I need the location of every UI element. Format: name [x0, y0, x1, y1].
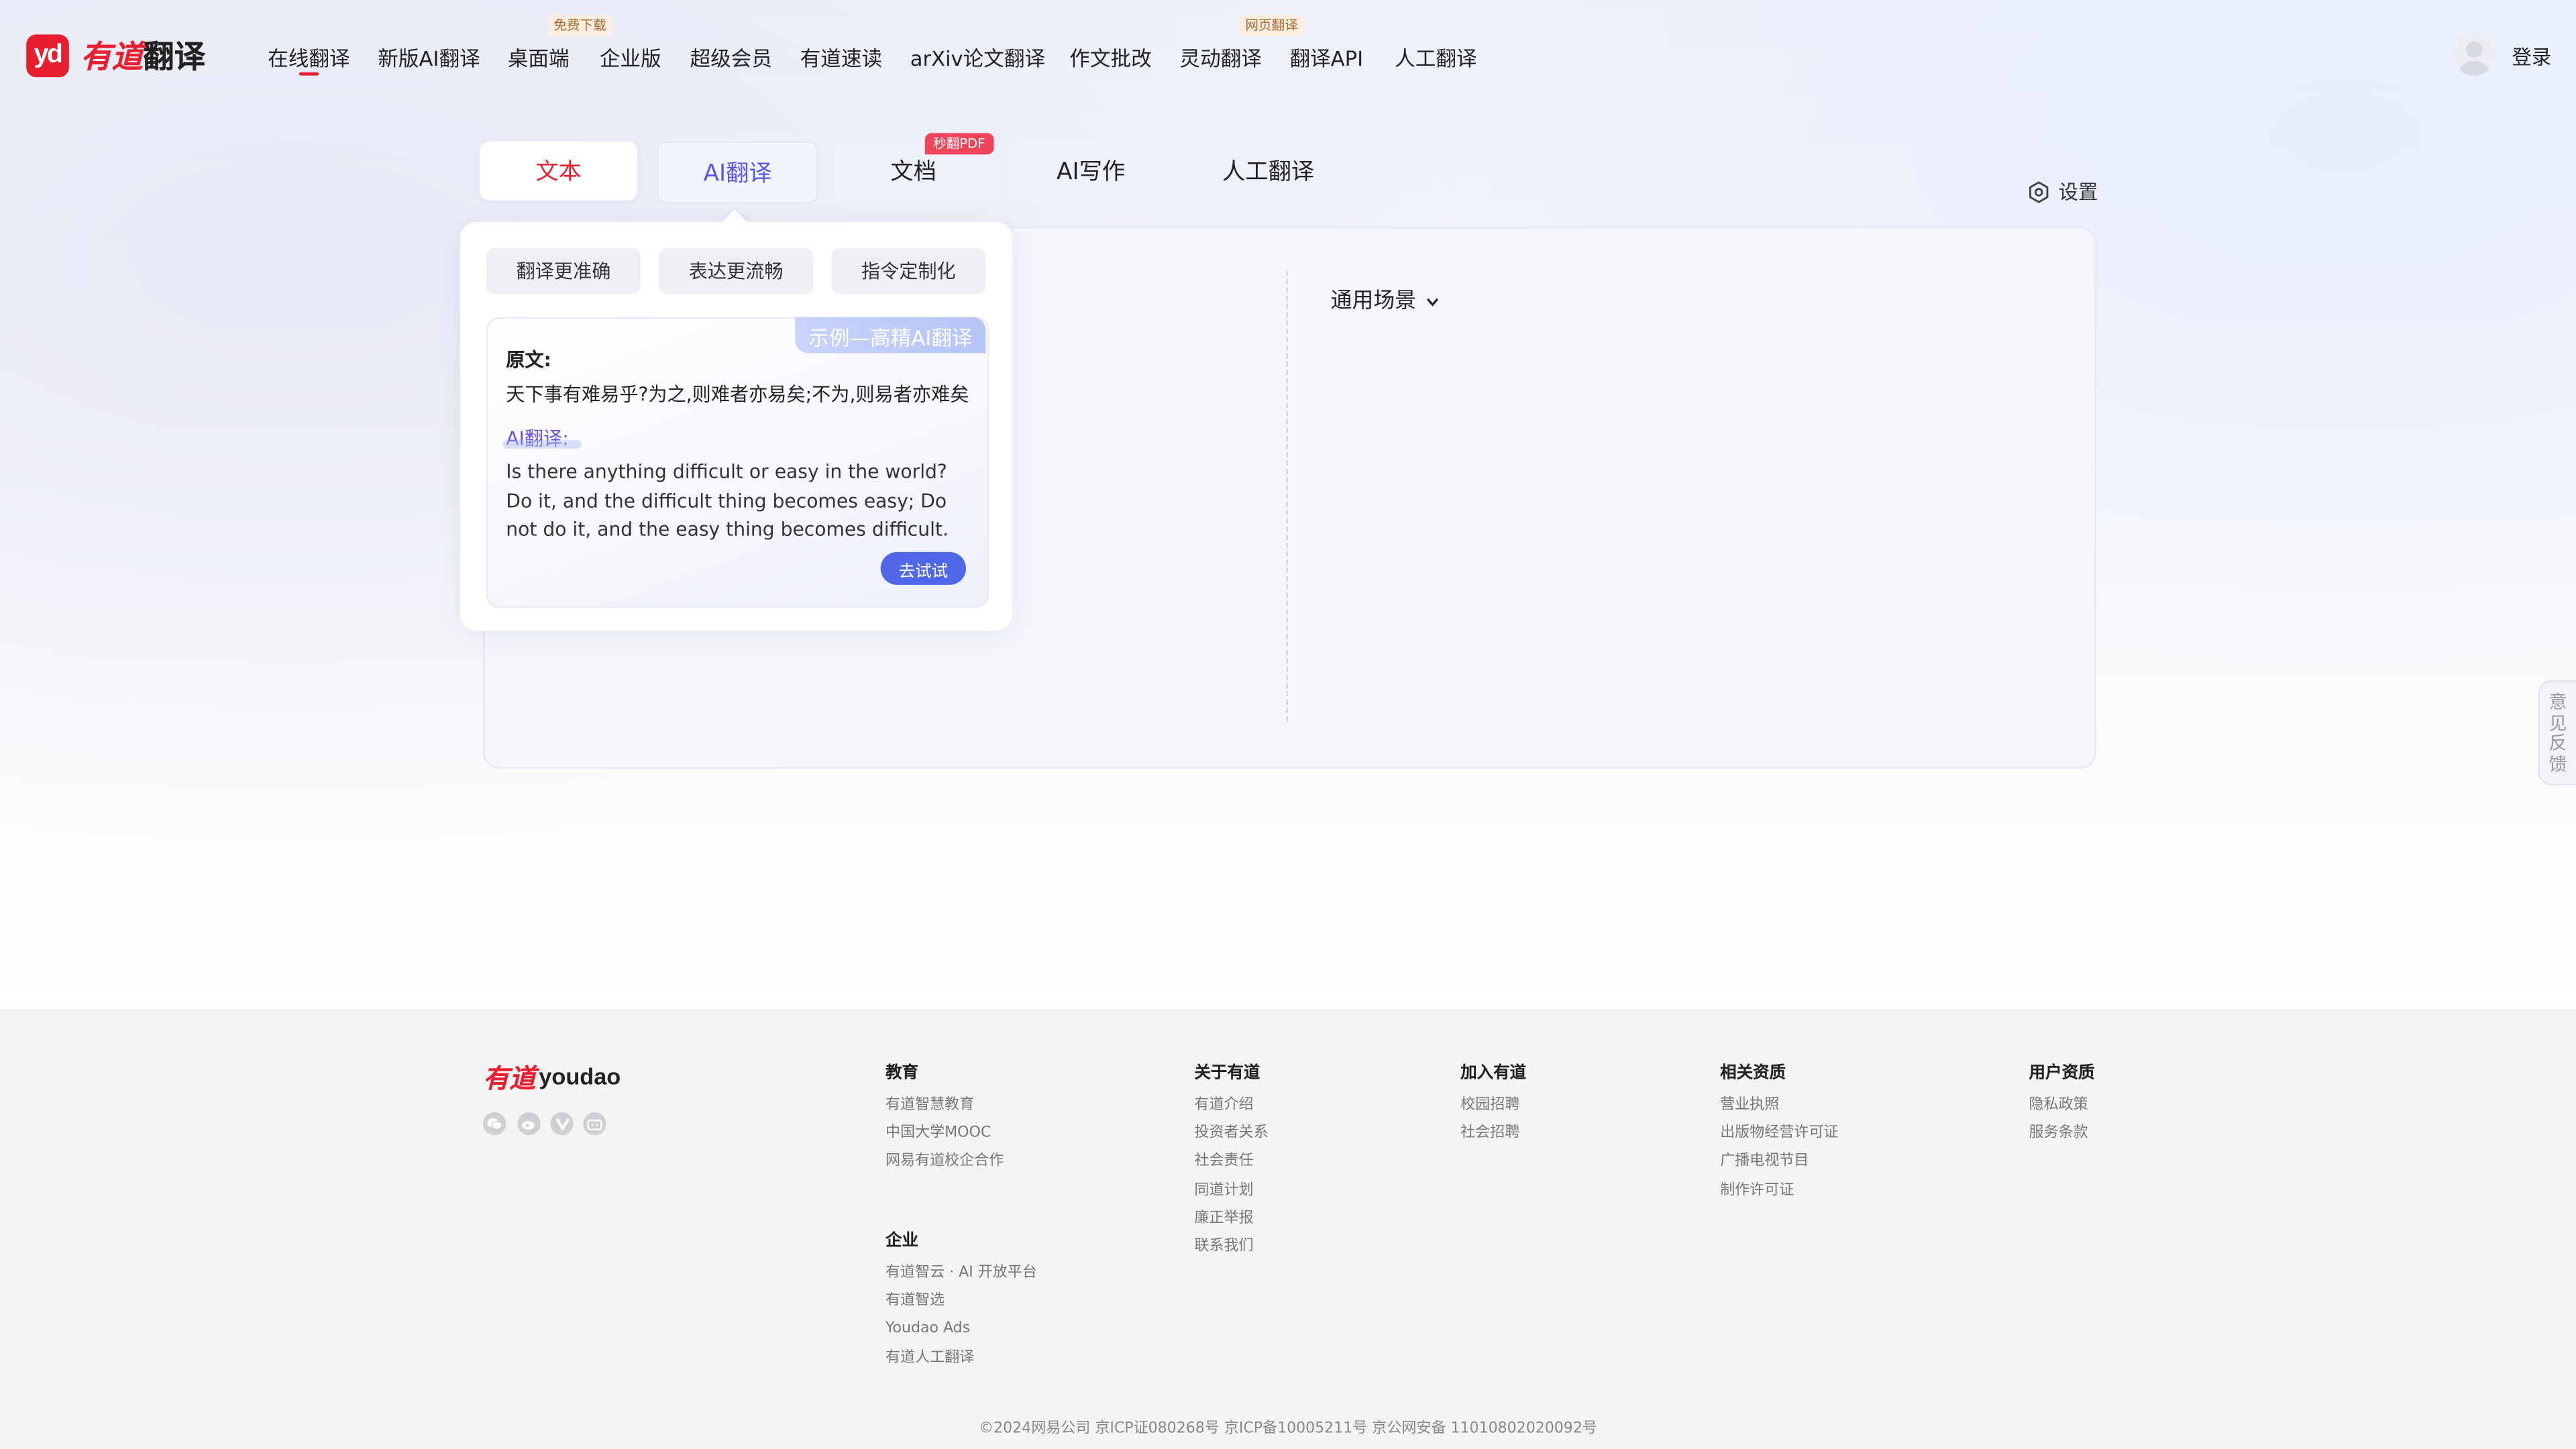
footer-col-enterprise: 企业 有道智云 · AI 开放平台 有道智选 Youdao Ads 有道人工翻译: [885, 1226, 1037, 1373]
footer-link[interactable]: 中国大学MOOC: [885, 1121, 1004, 1149]
logo-text: 有道翻译: [80, 33, 205, 77]
nav-tag-web-translate: 网页翻译: [1238, 15, 1305, 36]
footer-link[interactable]: 有道人工翻译: [885, 1345, 1037, 1373]
footer-link[interactable]: 校园招聘: [1460, 1093, 1526, 1121]
footer-col-education: 教育 有道智慧教育 中国大学MOOC 网易有道校企合作: [885, 1058, 1004, 1177]
panel-divider: [1286, 271, 1289, 722]
footer-logo-text: youdao: [539, 1063, 621, 1089]
youdao-logo[interactable]: yd 有道翻译: [26, 33, 205, 77]
logo-text-red: 有道: [80, 39, 144, 76]
footer-link[interactable]: 出版物经营许可证: [1720, 1121, 1838, 1149]
try-button[interactable]: 去试试: [880, 551, 967, 585]
ai-translation-label: AI翻译:: [502, 425, 582, 451]
footer-col-title: 教育: [885, 1064, 918, 1083]
settings-button[interactable]: 设置: [2027, 177, 2098, 205]
footer-link[interactable]: 广播电视节目: [1720, 1149, 1838, 1177]
footer-link[interactable]: 隐私政策: [2029, 1093, 2094, 1121]
footer-link[interactable]: 营业执照: [1720, 1093, 1838, 1121]
nav-item-translate-api[interactable]: 翻译API: [1289, 41, 1363, 72]
copyright: ©2024网易公司 京ICP证080268号 京ICP备10005211号 京公…: [979, 1421, 1597, 1438]
nav-item-super-vip[interactable]: 超级会员: [690, 41, 772, 72]
footer-col-title: 相关资质: [1720, 1064, 1786, 1083]
settings-label: 设置: [2058, 180, 2098, 204]
footer-link[interactable]: 投资者关系: [1194, 1121, 1268, 1149]
feedback-char: 馈: [2548, 753, 2567, 775]
footer-logo[interactable]: 有道 youdao: [483, 1057, 621, 1096]
footer-link[interactable]: 服务条款: [2029, 1121, 2094, 1149]
footer-col-title: 企业: [885, 1232, 918, 1250]
footer-col-title: 关于有道: [1194, 1064, 1260, 1083]
footer-link[interactable]: 有道智选: [885, 1288, 1037, 1316]
footer: [0, 1008, 2576, 1449]
source-text: 天下事有难易乎?为之,则难者亦易矣;不为,则易者亦难矣: [506, 382, 969, 406]
wechat-icon[interactable]: [483, 1112, 506, 1136]
footer-link[interactable]: 有道智慧教育: [885, 1093, 1004, 1121]
ai-translation-text: Is there anything difficult or easy in t…: [506, 460, 949, 541]
footer-link[interactable]: 联系我们: [1194, 1234, 1268, 1262]
footer-link[interactable]: 有道智云 · AI 开放平台: [885, 1260, 1037, 1288]
footer-col-qualifications: 相关资质 营业执照 出版物经营许可证 广播电视节目 制作许可证: [1720, 1058, 1838, 1205]
logo-text-dark: 翻译: [143, 39, 206, 76]
nav-item-online-translate[interactable]: 在线翻译: [268, 41, 350, 76]
footer-col-title: 加入有道: [1460, 1064, 1527, 1083]
feedback-button[interactable]: 意 见 反 馈: [2538, 680, 2576, 786]
scene-select[interactable]: 通用场景: [1331, 282, 1440, 314]
tab-ai-writing[interactable]: AI写作: [1012, 141, 1170, 201]
footer-link[interactable]: 同道计划: [1194, 1177, 1268, 1205]
tab-text[interactable]: 文本: [480, 141, 638, 201]
footer-link[interactable]: 网易有道校企合作: [885, 1149, 1004, 1177]
footer-link[interactable]: 制作许可证: [1720, 1177, 1838, 1205]
nav-item-desktop[interactable]: 桌面端: [508, 41, 570, 72]
gear-icon: [2029, 180, 2049, 203]
nav-item-speed-read[interactable]: 有道速读: [800, 41, 882, 72]
example-tag: 示例—高精AI翻译: [795, 317, 986, 354]
footer-link[interactable]: Youdao Ads: [885, 1317, 1037, 1345]
weibo-icon[interactable]: [517, 1112, 541, 1136]
footer-link[interactable]: 社会责任: [1194, 1149, 1268, 1177]
nav-item-arxiv[interactable]: arXiv论文翻译: [910, 41, 1045, 72]
nav-item-essay-correction[interactable]: 作文批改: [1069, 41, 1151, 72]
user-icon: [2459, 41, 2489, 76]
nav-tag-free-download: 免费下载: [547, 15, 613, 36]
feature-more-accurate[interactable]: 翻译更准确: [486, 248, 641, 294]
footer-logo-red: 有道: [483, 1063, 536, 1095]
tab-human-translate[interactable]: 人工翻译: [1189, 141, 1348, 201]
footer-col-user: 用户资质 隐私政策 服务条款: [2029, 1058, 2094, 1149]
bilibili-icon[interactable]: [583, 1112, 606, 1136]
page: yd 有道翻译 在线翻译 新版AI翻译 桌面端 免费下载 企业版 超级会员 有道…: [0, 0, 2576, 1449]
avatar[interactable]: [2453, 32, 2496, 76]
feedback-char: 反: [2548, 733, 2567, 755]
footer-link[interactable]: 有道介绍: [1194, 1093, 1268, 1121]
nav-item-enterprise[interactable]: 企业版: [600, 41, 661, 72]
source-label: 原文:: [502, 347, 555, 373]
nav-item-new-ai-translate[interactable]: 新版AI翻译: [378, 41, 480, 72]
nav-item-human-translate[interactable]: 人工翻译: [1395, 41, 1477, 72]
v-icon[interactable]: [550, 1112, 574, 1136]
footer-col-title: 用户资质: [2029, 1064, 2095, 1083]
footer-link[interactable]: 社会招聘: [1460, 1121, 1526, 1149]
login-link[interactable]: 登录: [2512, 43, 2551, 71]
logo-mark: yd: [26, 34, 69, 76]
feature-custom-instructions[interactable]: 指令定制化: [831, 248, 986, 294]
feedback-char: 意: [2548, 692, 2567, 713]
feedback-char: 见: [2548, 712, 2567, 734]
pdf-badge: 秒翻PDF: [924, 133, 994, 155]
footer-col-about: 关于有道 有道介绍 投资者关系 社会责任 同道计划 廉正举报 联系我们: [1194, 1058, 1268, 1262]
nav-item-smart-translate[interactable]: 灵动翻译: [1179, 41, 1261, 72]
tab-ai-translate[interactable]: AI翻译: [657, 141, 818, 204]
feature-more-fluent[interactable]: 表达更流畅: [659, 248, 814, 294]
footer-link[interactable]: 廉正举报: [1194, 1205, 1268, 1234]
footer-col-join: 加入有道 校园招聘 社会招聘: [1460, 1058, 1526, 1149]
chevron-down-icon: [1427, 297, 1439, 306]
scene-label: 通用场景: [1330, 289, 1417, 314]
